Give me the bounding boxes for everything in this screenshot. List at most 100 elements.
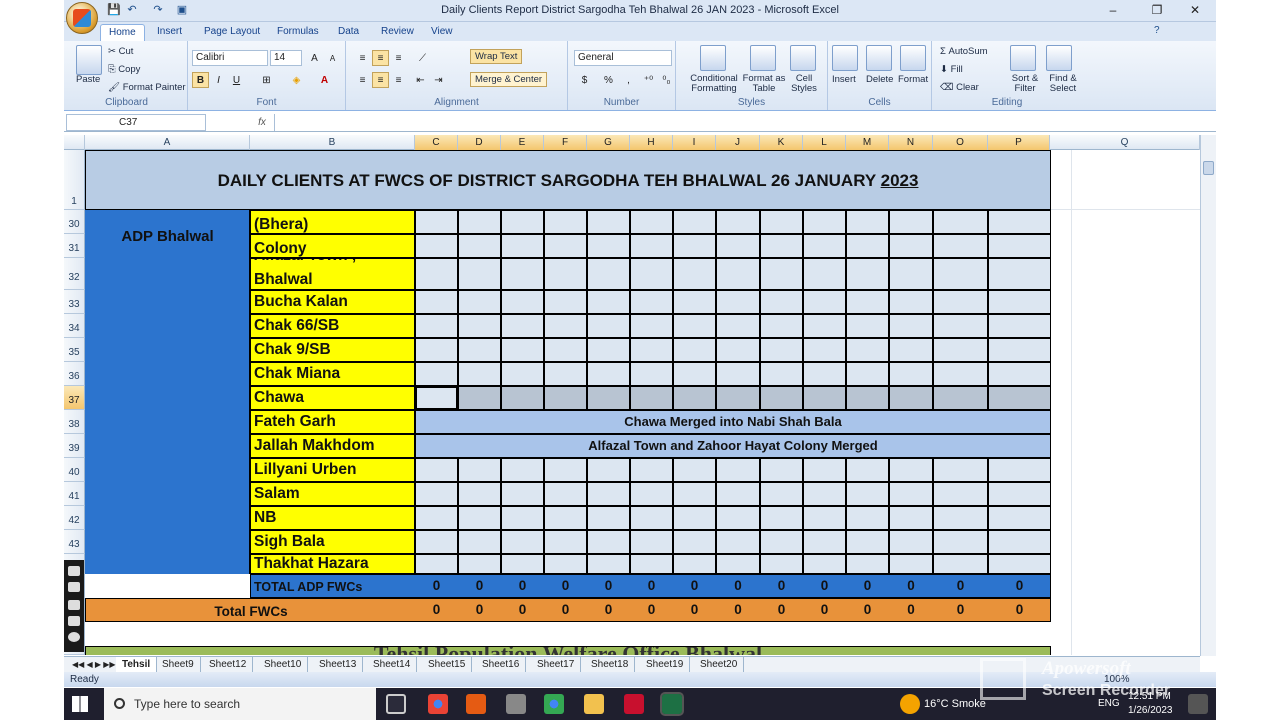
location-cell[interactable]: Fateh Garh (250, 410, 415, 434)
data-cell[interactable] (673, 386, 716, 410)
data-cell[interactable] (889, 258, 933, 290)
data-cell[interactable] (458, 338, 501, 362)
data-cell[interactable] (501, 530, 544, 554)
sort-filter-icon[interactable] (1010, 45, 1036, 71)
data-cell[interactable] (544, 506, 587, 530)
row-header[interactable]: 32 (64, 258, 85, 290)
data-cell[interactable] (988, 258, 1051, 290)
location-cell[interactable]: Alfazal Town , Bhalwal (250, 258, 415, 290)
data-cell[interactable] (988, 314, 1051, 338)
data-cell[interactable] (458, 554, 501, 574)
data-cell[interactable] (988, 362, 1051, 386)
data-cell[interactable] (933, 362, 988, 386)
col-header-e[interactable]: E (501, 135, 544, 150)
camera-icon[interactable] (68, 582, 80, 592)
data-cell[interactable] (803, 530, 846, 554)
copy-button[interactable]: ⎘ Copy (108, 64, 140, 75)
data-cell[interactable] (544, 290, 587, 314)
chrome-icon[interactable] (428, 694, 448, 714)
select-all-corner[interactable] (64, 135, 85, 150)
data-cell[interactable] (544, 314, 587, 338)
data-cell[interactable] (587, 458, 630, 482)
data-cell[interactable] (760, 506, 803, 530)
col-header-o[interactable]: O (933, 135, 988, 150)
data-cell[interactable] (803, 258, 846, 290)
data-cell[interactable] (988, 338, 1051, 362)
data-cell[interactable] (458, 506, 501, 530)
data-cell[interactable] (988, 386, 1051, 410)
location-cell[interactable]: Lillyani Urben (250, 458, 415, 482)
office-button[interactable] (66, 2, 98, 34)
location-cell[interactable]: Bucha Kalan (250, 290, 415, 314)
location-cell[interactable]: Chak 66/SB (250, 314, 415, 338)
data-cell[interactable] (587, 234, 630, 258)
vertical-scrollbar[interactable] (1200, 135, 1216, 656)
data-cell[interactable] (587, 386, 630, 410)
data-cell[interactable] (415, 234, 458, 258)
row-header[interactable]: 33 (64, 290, 85, 314)
percent-button[interactable]: % (600, 72, 617, 88)
name-box[interactable]: C37 (66, 114, 206, 131)
data-cell[interactable] (544, 210, 587, 234)
data-cell[interactable] (760, 314, 803, 338)
total-adp-value[interactable]: 0 (587, 578, 630, 593)
data-cell[interactable] (630, 386, 673, 410)
copy-frame-icon[interactable] (68, 616, 80, 626)
tab-review[interactable]: Review (373, 24, 422, 41)
data-cell[interactable] (673, 290, 716, 314)
data-cell[interactable] (630, 530, 673, 554)
data-cell[interactable] (587, 554, 630, 574)
location-cell[interactable]: Colony (250, 234, 415, 258)
fill-button[interactable]: ⬇ Fill (940, 64, 963, 75)
data-cell[interactable] (673, 210, 716, 234)
tab-insert[interactable]: Insert (149, 24, 190, 41)
decrease-indent-icon[interactable]: ⇤ (412, 72, 429, 88)
total-adp-value[interactable]: 0 (544, 578, 587, 593)
italic-button[interactable]: I (210, 72, 227, 88)
col-header-i[interactable]: I (673, 135, 716, 150)
tab-home[interactable]: Home (100, 24, 145, 41)
font-color-icon[interactable]: A (316, 72, 333, 88)
align-top-icon[interactable]: ≡ (354, 50, 371, 66)
data-cell[interactable] (673, 458, 716, 482)
location-cell[interactable]: Sigh Bala (250, 530, 415, 554)
row-header[interactable]: 41 (64, 482, 85, 506)
data-cell[interactable] (587, 314, 630, 338)
data-cell[interactable] (846, 506, 889, 530)
pen-icon[interactable] (68, 566, 80, 576)
adp-bhalwal-cell[interactable] (85, 210, 250, 574)
data-cell[interactable] (889, 530, 933, 554)
align-right-icon[interactable]: ≡ (390, 72, 407, 88)
cell-styles-button[interactable]: Cell Styles (786, 74, 822, 94)
data-cell[interactable] (933, 314, 988, 338)
video-icon[interactable] (68, 600, 80, 610)
data-cell[interactable] (587, 338, 630, 362)
data-cell[interactable] (544, 530, 587, 554)
total-adp-value[interactable]: 0 (673, 578, 716, 593)
row-header[interactable]: 34 (64, 314, 85, 338)
col-header-k[interactable]: K (760, 135, 803, 150)
col-header-n[interactable]: N (889, 135, 933, 150)
data-cell[interactable] (803, 386, 846, 410)
row-header[interactable]: 39 (64, 434, 85, 458)
font-size-select[interactable]: 14 (270, 50, 302, 66)
total-fwcs-value[interactable]: 0 (544, 602, 587, 617)
sheet-tab[interactable]: Sheet10 (258, 657, 309, 672)
format-cells-icon[interactable] (900, 45, 926, 71)
report-title-cell[interactable]: DAILY CLIENTS AT FWCS OF DISTRICT SARGOD… (85, 150, 1051, 210)
orientation-icon[interactable]: ⟋ (414, 50, 431, 66)
data-cell[interactable] (716, 234, 760, 258)
data-cell[interactable] (544, 258, 587, 290)
data-cell[interactable] (673, 482, 716, 506)
col-header-p[interactable]: P (988, 135, 1050, 150)
data-cell[interactable] (988, 482, 1051, 506)
data-cell[interactable] (933, 210, 988, 234)
data-cell[interactable] (846, 458, 889, 482)
data-cell[interactable] (544, 234, 587, 258)
data-cell[interactable] (889, 314, 933, 338)
data-cell[interactable] (760, 210, 803, 234)
data-cell[interactable] (501, 482, 544, 506)
undo-icon[interactable]: ↶ (124, 3, 140, 18)
data-cell[interactable] (933, 258, 988, 290)
data-cell[interactable] (458, 258, 501, 290)
